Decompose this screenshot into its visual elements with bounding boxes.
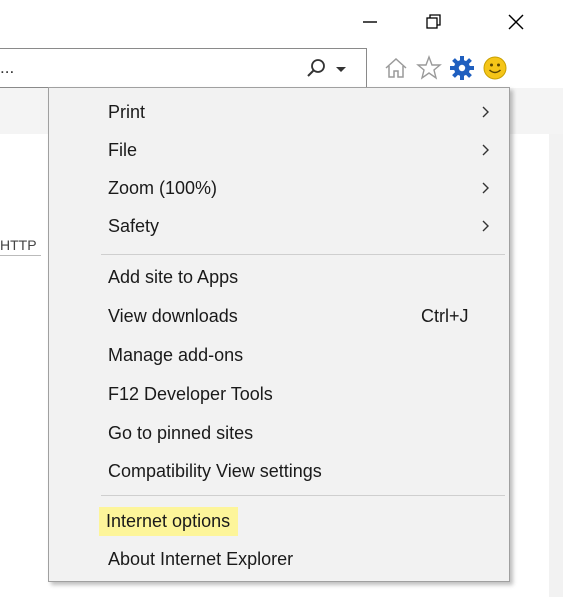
menu-item-compatibility-view-settings[interactable]: Compatibility View settings	[101, 452, 505, 490]
menu-item-label: Add site to Apps	[108, 266, 239, 287]
menu-item-label: Print	[108, 101, 146, 122]
menu-item-label: Compatibility View settings	[108, 460, 322, 481]
menu-item-internet-options[interactable]: Internet options	[99, 502, 505, 540]
minimize-icon	[360, 12, 380, 37]
menu-item-file[interactable]: File	[101, 131, 505, 169]
menu-item-go-to-pinned-sites[interactable]: Go to pinned sites	[101, 414, 505, 452]
menu-item-label: File	[108, 139, 138, 160]
scrollbar-track[interactable]	[549, 134, 563, 597]
close-icon	[506, 12, 526, 37]
address-input[interactable]: ...	[0, 58, 14, 78]
menu-item-label: Zoom (100%)	[108, 177, 218, 198]
tools-gear-icon[interactable]	[446, 52, 478, 84]
menu-item-label: View downloads	[108, 305, 238, 326]
search-icon[interactable]	[304, 55, 328, 81]
menu-item-label: Safety	[108, 215, 160, 236]
menu-item-label: About Internet Explorer	[108, 548, 294, 569]
menu-item-label: Manage add-ons	[108, 344, 244, 365]
chevron-down-icon[interactable]	[332, 55, 350, 81]
menu-item-label: Go to pinned sites	[108, 422, 254, 443]
close-button[interactable]	[486, 0, 546, 48]
favorites-star-icon[interactable]	[413, 52, 445, 84]
menu-item-label: Internet options	[99, 506, 239, 536]
menu-item-print[interactable]: Print	[101, 93, 505, 131]
tools-menu: Print File Zoom (100%) Safety Add site t…	[48, 87, 510, 582]
chevron-right-icon	[479, 178, 493, 198]
home-icon[interactable]	[380, 52, 412, 84]
chevron-right-icon	[479, 140, 493, 160]
menu-separator	[101, 495, 505, 496]
menu-item-view-downloads[interactable]: View downloads Ctrl+J	[101, 297, 505, 335]
menu-item-add-site-to-apps[interactable]: Add site to Apps	[101, 258, 505, 296]
menu-item-f12-developer-tools[interactable]: F12 Developer Tools	[101, 375, 505, 413]
menu-item-safety[interactable]: Safety	[101, 207, 505, 245]
menu-separator	[101, 254, 505, 255]
restore-button[interactable]	[404, 0, 462, 48]
address-bar[interactable]: ...	[0, 48, 367, 88]
restore-icon	[423, 12, 443, 37]
chevron-right-icon	[479, 102, 493, 122]
menu-item-label: F12 Developer Tools	[108, 383, 273, 404]
minimize-button[interactable]	[340, 0, 400, 48]
feedback-smiley-icon[interactable]	[479, 52, 511, 84]
page-text-fragment: HTTP	[0, 235, 41, 256]
chevron-right-icon	[479, 216, 493, 236]
menu-item-zoom[interactable]: Zoom (100%)	[101, 169, 505, 207]
shortcut-label: Ctrl+J	[421, 305, 469, 326]
menu-item-manage-add-ons[interactable]: Manage add-ons	[101, 336, 505, 374]
browser-window: ... HTTP Print File Zoom (100%) Safety A…	[0, 0, 563, 597]
menu-item-about-internet-explorer[interactable]: About Internet Explorer	[101, 540, 505, 578]
